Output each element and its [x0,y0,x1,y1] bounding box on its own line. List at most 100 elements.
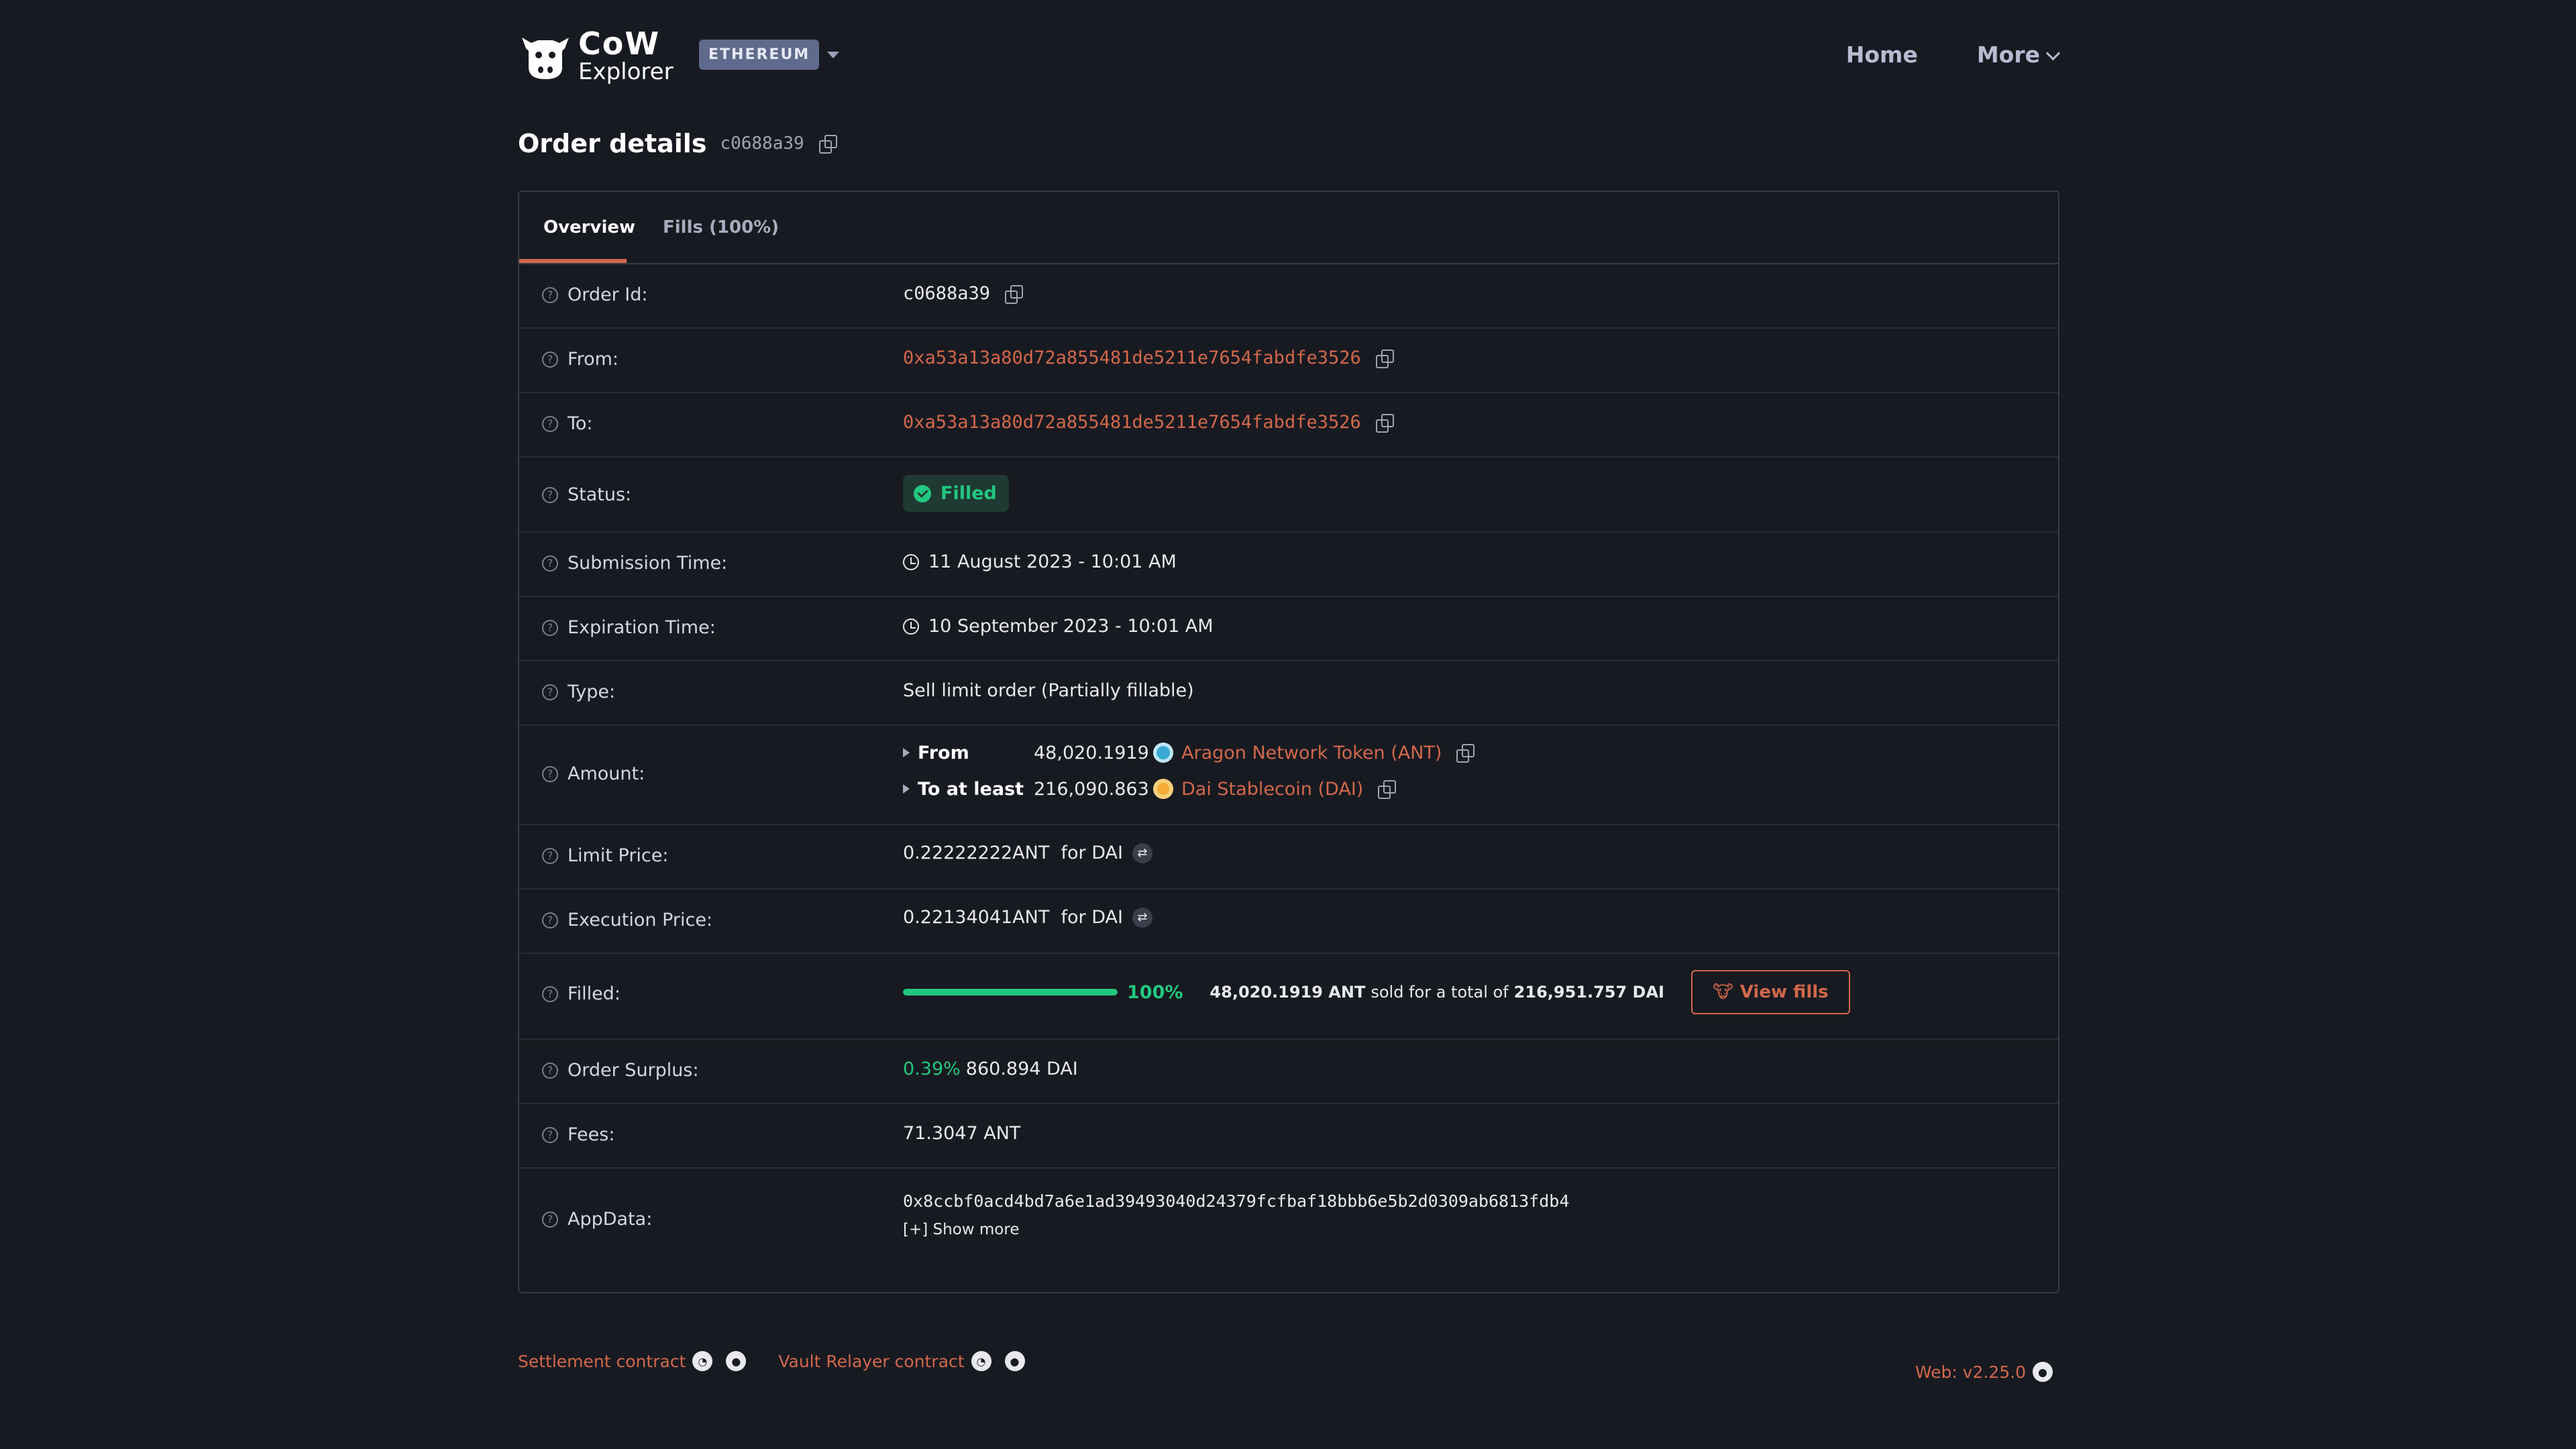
settlement-contract-link[interactable]: Settlement contract [518,1352,686,1371]
help-icon[interactable]: ? [542,415,558,432]
filled-sold-text: sold for a total of [1371,983,1509,1002]
help-icon[interactable]: ? [542,985,558,1002]
row-submission-time: ? Submission Time: 11 August 2023 - 10:01… [519,531,2058,597]
cow-logo-icon [522,38,569,79]
order-id-value: c0688a39 [903,283,991,304]
nav-home-link[interactable]: Home [1846,42,1918,68]
surplus-percent: 0.39% [903,1059,961,1079]
appdata-hash: 0x8ccbf0acd4bd7a6e1ad39493040d24379fcfba… [903,1191,1570,1211]
tab-overview[interactable]: Overview [543,192,635,263]
github-icon[interactable]: ● [1004,1351,1025,1371]
row-label: Type: [568,682,616,702]
filled-percent: 100% [1127,981,1183,1003]
filled-sold-amount: 48,020.1919 ANT [1210,983,1366,1002]
copy-icon[interactable] [1378,780,1397,799]
order-details-card: Overview Fills (100%) ? Order Id: c0688a3… [518,191,2059,1293]
page-title-row: Order details c0688a39 [518,129,837,158]
vault-relayer-link[interactable]: Vault Relayer contract [778,1352,964,1371]
caret-down-icon [827,51,840,58]
amount-to-toggle[interactable]: To at least [903,779,1034,800]
network-badge: ETHEREUM [699,40,820,70]
row-amount: ? Amount: From 48,020.1919 Aragon Network… [519,724,2058,825]
help-icon[interactable]: ? [542,912,558,928]
triangle-right-icon [903,748,910,757]
tab-fills[interactable]: Fills (100%) [663,192,779,263]
cow-explorer-logo[interactable]: CoW Explorer [518,28,674,83]
help-icon[interactable]: ? [542,765,558,782]
tab-bar: Overview Fills (100%) [519,192,2058,264]
network-selector[interactable]: ETHEREUM [699,40,840,70]
row-label: From: [568,349,619,370]
etherscan-icon[interactable]: ◔ [692,1351,713,1371]
help-icon[interactable]: ? [542,486,558,503]
help-icon[interactable]: ? [542,555,558,572]
clock-icon [903,618,919,635]
row-from: ? From: 0xa53a13a80d72a855481de5211e7654f… [519,327,2058,393]
row-label: Order Id: [568,284,648,305]
status-text: Filled [941,483,997,504]
row-order-surplus: ? Order Surplus: 0.39% 860.894 DAI [519,1038,2058,1104]
github-icon[interactable]: ● [726,1351,747,1371]
help-icon[interactable]: ? [542,1062,558,1079]
amount-from-value: 48,020.1919 [1034,742,1149,763]
copy-icon[interactable] [1005,284,1024,304]
row-execution-price: ? Execution Price: 0.22134041ANT for DAI ⇄ [519,888,2058,954]
row-label: Status: [568,484,632,505]
execution-price-value: 0.22134041ANT for DAI [903,907,1123,928]
copy-icon[interactable] [1375,413,1394,433]
amount-to-line: To at least 216,090.863 Dai Stablecoin (… [903,775,1397,802]
row-label: Expiration Time: [568,617,716,638]
dai-token-icon [1153,779,1173,799]
row-limit-price: ? Limit Price: 0.22222222ANT for DAI ⇄ [519,824,2058,890]
help-icon[interactable]: ? [542,847,558,864]
fees-value: 71.3047 ANT [903,1123,1021,1144]
cow-icon: 🐮 [1712,982,1733,1002]
ant-token-link[interactable]: Aragon Network Token (ANT) [1181,743,1442,763]
github-icon[interactable]: ● [2033,1362,2053,1382]
view-fills-label: View fills [1739,982,1829,1002]
filled-progress-fill [903,989,1118,996]
amount-to-label: To at least [918,778,1024,800]
swap-arrows-icon[interactable]: ⇄ [1132,843,1152,863]
ant-token-icon [1153,743,1173,763]
row-label: To: [568,413,593,434]
row-label: Submission Time: [568,553,728,574]
view-fills-button[interactable]: 🐮 View fills [1690,970,1850,1014]
to-address-link[interactable]: 0xa53a13a80d72a855481de5211e7654fabdfe35… [903,412,1361,433]
help-icon[interactable]: ? [542,286,558,303]
help-icon[interactable]: ? [542,684,558,700]
row-expiration-time: ? Expiration Time: 10 September 2023 - 10… [519,596,2058,661]
order-type-value: Sell limit order (Partially fillable) [903,680,1194,701]
copy-icon[interactable] [1375,349,1394,368]
row-fees: ? Fees: 71.3047 ANT [519,1103,2058,1169]
help-icon[interactable]: ? [542,1211,558,1228]
nav-more-label: More [1976,42,2040,68]
help-icon[interactable]: ? [542,351,558,368]
row-order-id: ? Order Id: c0688a39 [519,263,2058,329]
filled-total-amount: 216,951.757 DAI [1513,983,1664,1002]
page-title: Order details [518,129,707,158]
version-link[interactable]: Web: v2.25.0 [1915,1362,2026,1382]
copy-icon[interactable] [818,135,837,154]
help-icon[interactable]: ? [542,619,558,636]
etherscan-icon[interactable]: ◔ [971,1351,991,1371]
from-address-link[interactable]: 0xa53a13a80d72a855481de5211e7654fabdfe35… [903,347,1361,368]
limit-price-value: 0.22222222ANT for DAI [903,843,1123,863]
row-label: Execution Price: [568,910,713,930]
row-label: AppData: [568,1209,653,1230]
copy-icon[interactable] [1456,744,1475,763]
amount-to-value: 216,090.863 [1034,778,1149,800]
clock-icon [903,553,919,570]
row-label: Order Surplus: [568,1060,699,1081]
amount-from-toggle[interactable]: From [903,743,1034,763]
amount-from-line: From 48,020.1919 Aragon Network Token (A… [903,739,1475,766]
swap-arrows-icon[interactable]: ⇄ [1132,907,1152,928]
logo-wordmark: CoW [578,25,661,62]
submission-time-value: 11 August 2023 - 10:01 AM [928,551,1177,572]
row-label: Limit Price: [568,845,669,866]
row-appdata: ? AppData: 0x8ccbf0acd4bd7a6e1ad39493040d… [519,1167,2058,1291]
dai-token-link[interactable]: Dai Stablecoin (DAI) [1181,779,1363,800]
nav-more-menu[interactable]: More [1976,42,2061,68]
show-more-link[interactable]: [+] Show more [903,1221,1019,1238]
help-icon[interactable]: ? [542,1126,558,1143]
